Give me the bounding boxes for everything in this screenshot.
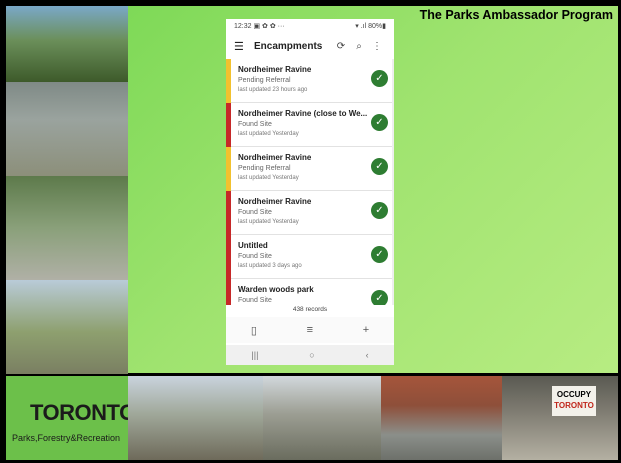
status-time: 12:32	[234, 23, 252, 30]
item-name: Untitled	[238, 241, 268, 250]
bottom-toolbar: ▯ ≡ +	[226, 317, 394, 343]
status-color-bar	[226, 279, 231, 305]
check-icon[interactable]: ✓	[371, 114, 388, 131]
encampment-list[interactable]: Nordheimer Ravine Pending Referral last …	[226, 59, 394, 305]
status-color-bar	[226, 147, 231, 191]
check-icon[interactable]: ✓	[371, 202, 388, 219]
app-title: Encampments	[254, 40, 323, 52]
menu-icon[interactable]: ☰	[234, 40, 248, 53]
item-name: Warden woods park	[238, 285, 314, 294]
photo-tent	[6, 82, 128, 176]
battery-signal-icon: ▾ .ıl 80%▮	[355, 23, 386, 30]
search-icon[interactable]: ⌕	[350, 41, 368, 52]
notification-icons: ▣ ✿ ✿ ···	[253, 23, 285, 30]
sign-line-1: OCCUPY	[556, 390, 592, 399]
list-item[interactable]: Warden woods park Found Site ✓	[226, 279, 394, 305]
sync-icon[interactable]: ⟳	[332, 41, 350, 52]
add-icon[interactable]: +	[363, 324, 369, 336]
recent-apps-icon[interactable]: |||	[251, 350, 258, 360]
list-item[interactable]: Nordheimer Ravine Found Site last update…	[226, 191, 394, 235]
record-count: 438 records	[226, 305, 394, 315]
item-name: Nordheimer Ravine (close to We...	[238, 109, 368, 118]
item-updated: last updated Yesterday	[238, 175, 299, 181]
photo-ambassador-with-belongings	[6, 176, 128, 280]
item-updated: last updated Yesterday	[238, 131, 299, 137]
logo-wordmark: TORONTO	[30, 400, 136, 425]
status-bar: 12:32 ▣ ✿ ✿ ··· ▾ .ıl 80%▮	[226, 19, 394, 33]
status-color-bar	[226, 59, 231, 103]
item-name: Nordheimer Ravine	[238, 65, 312, 74]
status-color-bar	[226, 103, 231, 147]
photo-belongings-by-wall	[381, 376, 502, 460]
map-icon[interactable]: ▯	[251, 324, 257, 337]
list-scrollbar[interactable]	[392, 59, 394, 305]
item-updated: last updated Yesterday	[238, 219, 299, 225]
item-updated: last updated 3 days ago	[238, 263, 302, 269]
photo-debris-pile	[128, 376, 263, 460]
check-icon[interactable]: ✓	[371, 70, 388, 87]
photo-ambassadors-group	[6, 6, 128, 82]
check-icon[interactable]: ✓	[371, 158, 388, 175]
list-item[interactable]: Nordheimer Ravine Pending Referral last …	[226, 59, 394, 103]
photo-green-shelter	[263, 376, 381, 460]
photo-cyclist-park-bench	[6, 280, 128, 374]
item-updated: last updated 23 hours ago	[238, 87, 308, 93]
list-item[interactable]: Nordheimer Ravine Pending Referral last …	[226, 147, 394, 191]
more-options-icon[interactable]: ⋮	[368, 41, 386, 52]
logo-subtitle: Parks,Forestry&Recreation	[12, 433, 121, 443]
home-icon[interactable]: ○	[309, 350, 314, 360]
presentation-slide: The Parks Ambassador Program TORONTO Par…	[0, 0, 621, 463]
app-bar: ☰ Encampments ⟳ ⌕ ⋮	[226, 33, 394, 59]
sign-line-2: TORONTO	[554, 401, 594, 410]
list-item[interactable]: Untitled Found Site last updated 3 days …	[226, 235, 394, 279]
item-name: Nordheimer Ravine	[238, 153, 312, 162]
status-color-bar	[226, 191, 231, 235]
list-item[interactable]: Nordheimer Ravine (close to We... Found …	[226, 103, 394, 147]
back-icon[interactable]: ‹	[366, 350, 369, 360]
item-name: Nordheimer Ravine	[238, 197, 312, 206]
status-color-bar	[226, 235, 231, 279]
filter-icon[interactable]: ≡	[307, 324, 313, 336]
occupy-sign: OCCUPY TORONTO	[552, 386, 596, 416]
phone-screen: 12:32 ▣ ✿ ✿ ··· ▾ .ıl 80%▮ ☰ Encampments…	[226, 19, 394, 365]
check-icon[interactable]: ✓	[371, 246, 388, 263]
slide-title: The Parks Ambassador Program	[419, 8, 613, 22]
check-icon[interactable]: ✓	[371, 290, 388, 305]
android-nav-bar: ||| ○ ‹	[226, 345, 394, 365]
